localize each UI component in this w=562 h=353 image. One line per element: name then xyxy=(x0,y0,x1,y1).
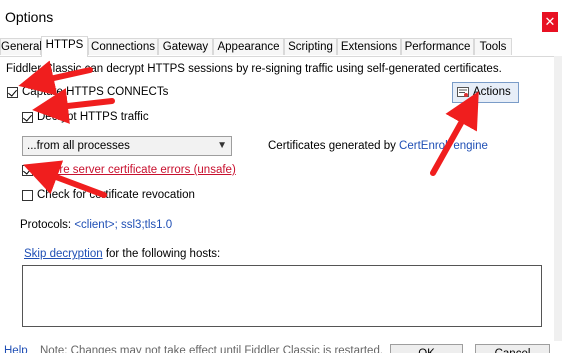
cert-engine-link[interactable]: CertEnroll engine xyxy=(399,140,488,152)
ignore-errors-checkbox[interactable] xyxy=(22,164,33,176)
check-mark-icon xyxy=(23,111,32,122)
tab-general[interactable]: General xyxy=(0,38,42,55)
footer-bar: Help Note: Changes may not take effect u… xyxy=(0,341,562,353)
title-bar: Options ✕ xyxy=(0,0,562,36)
process-filter-select[interactable]: ...from all processes ▼ xyxy=(22,136,232,156)
close-button[interactable]: ✕ xyxy=(542,12,558,32)
cancel-button[interactable]: Cancel xyxy=(475,344,550,353)
skip-decryption-rest: for the following hosts: xyxy=(102,248,221,260)
check-revocation-checkbox[interactable] xyxy=(22,189,33,201)
certificate-icon xyxy=(457,87,469,97)
actions-button[interactable]: Actions xyxy=(452,82,519,103)
ignore-errors-row[interactable]: Ignore server certificate errors (unsafe… xyxy=(22,164,236,176)
tab-bar: General HTTPS Connections Gateway Appear… xyxy=(0,36,562,57)
arrow-annotation xyxy=(32,88,115,124)
restart-note: Note: Changes may not take effect until … xyxy=(40,345,384,353)
check-mark-icon xyxy=(23,164,32,175)
protocols-line: Protocols: <client>; ssl3;tls1.0 xyxy=(20,219,172,231)
check-mark-icon xyxy=(8,86,17,97)
check-revocation-row[interactable]: Check for certificate revocation xyxy=(22,189,195,201)
decrypt-traffic-checkbox[interactable] xyxy=(22,111,33,123)
capture-connects-row[interactable]: Capture HTTPS CONNECTs xyxy=(7,86,168,98)
protocols-label: Protocols: xyxy=(20,219,75,231)
skip-hosts-textarea[interactable] xyxy=(22,265,542,327)
chevron-down-icon: ▼ xyxy=(217,140,227,151)
tab-https[interactable]: HTTPS xyxy=(41,36,88,57)
capture-connects-checkbox[interactable] xyxy=(7,86,18,98)
ok-button[interactable]: OK xyxy=(390,344,463,353)
check-revocation-label: Check for certificate revocation xyxy=(37,189,195,201)
decrypt-traffic-label: Decrypt HTTPS traffic xyxy=(37,111,149,123)
actions-label: Actions xyxy=(473,86,511,98)
ignore-errors-label: Ignore server certificate errors (unsafe… xyxy=(37,164,236,176)
scrollbar[interactable] xyxy=(554,56,562,341)
window-title: Options xyxy=(5,9,54,25)
decrypt-traffic-row[interactable]: Decrypt HTTPS traffic xyxy=(22,111,149,123)
capture-connects-label: Capture HTTPS CONNECTs xyxy=(22,86,169,98)
skip-decryption-line: Skip decryption for the following hosts: xyxy=(24,248,220,260)
tab-extensions[interactable]: Extensions xyxy=(337,38,401,55)
tab-connections[interactable]: Connections xyxy=(88,38,158,55)
tab-scripting[interactable]: Scripting xyxy=(284,38,337,55)
process-filter-value: ...from all processes xyxy=(27,140,130,152)
tab-tools[interactable]: Tools xyxy=(474,38,512,55)
tab-gateway[interactable]: Gateway xyxy=(158,38,213,55)
certificates-info: Certificates generated by CertEnroll eng… xyxy=(268,140,488,152)
certificates-prefix: Certificates generated by xyxy=(268,140,400,152)
https-intro-text: Fiddler Classic can decrypt HTTPS sessio… xyxy=(6,63,502,75)
tab-performance[interactable]: Performance xyxy=(401,38,474,55)
protocols-link[interactable]: <client>; ssl3;tls1.0 xyxy=(74,219,172,231)
skip-decryption-link[interactable]: Skip decryption xyxy=(24,248,103,260)
tab-appearance[interactable]: Appearance xyxy=(213,38,284,55)
help-link[interactable]: Help xyxy=(4,345,28,353)
